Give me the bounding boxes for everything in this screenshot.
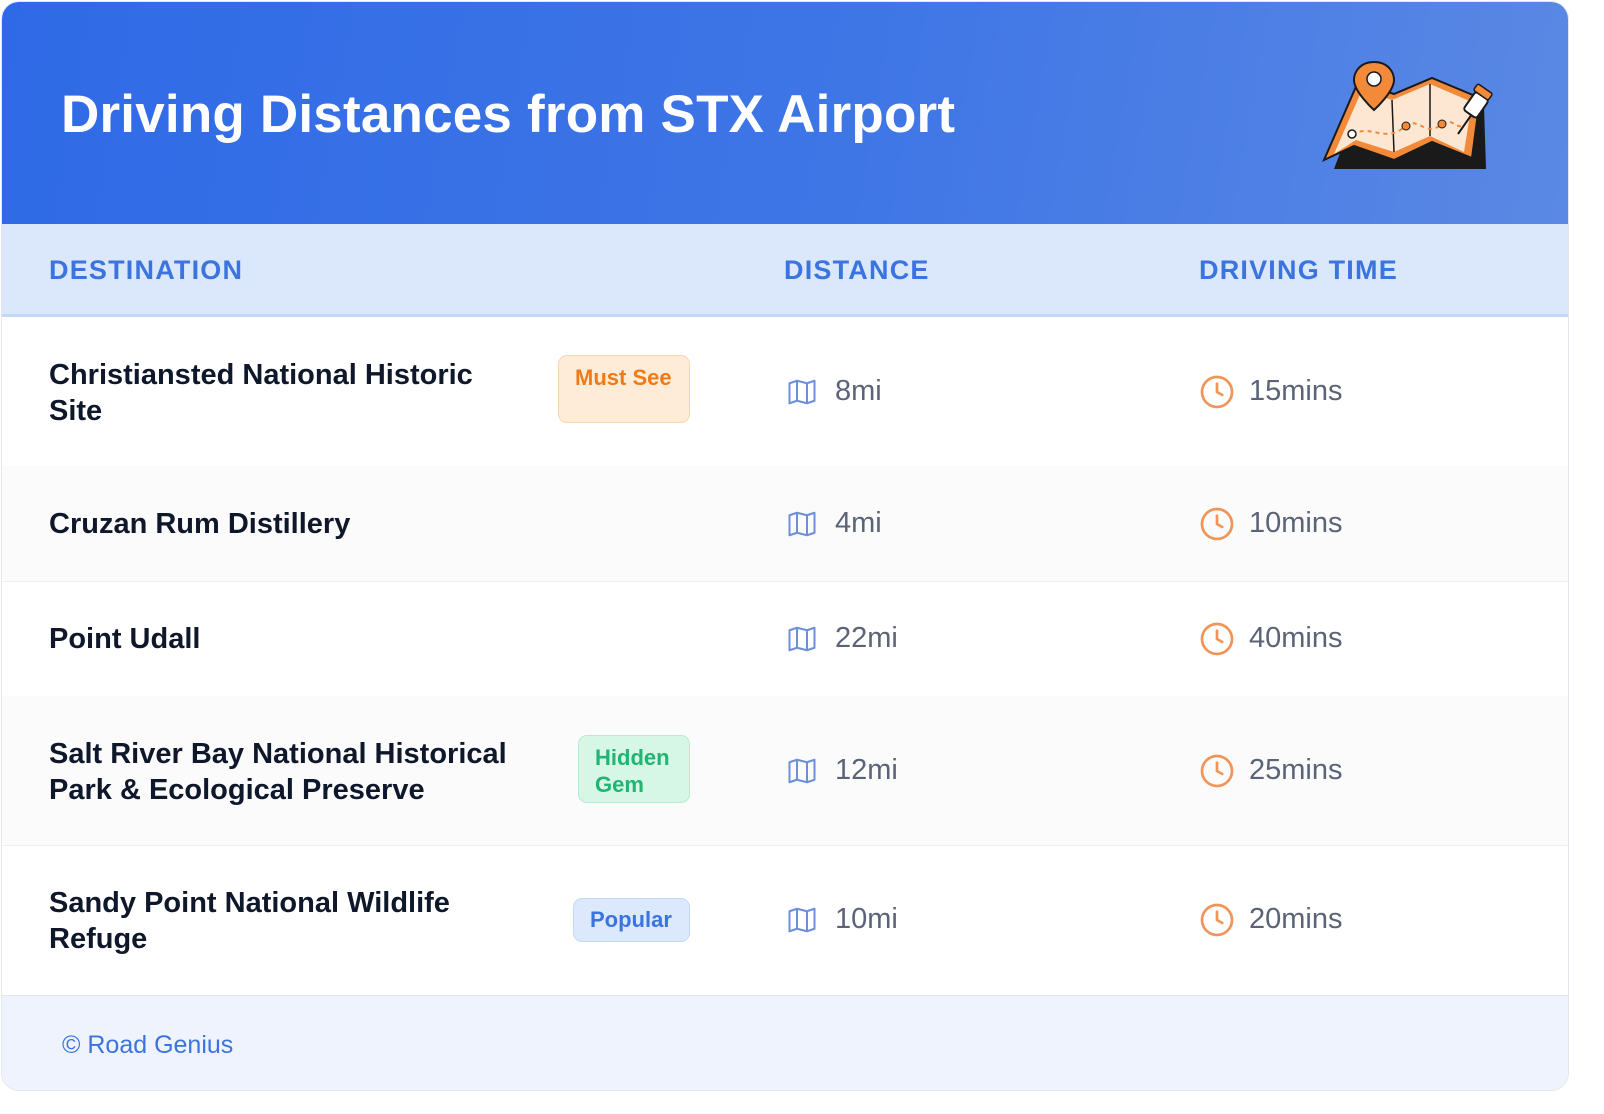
column-header-driving-time: DRIVING TIME <box>1199 255 1398 285</box>
header-banner: Driving Distances from STX Airport <box>2 2 1568 224</box>
table-row: Christiansted National Historic Site Mus… <box>2 317 1568 467</box>
page-title: Driving Distances from STX Airport <box>61 85 956 144</box>
map-icon <box>788 379 816 405</box>
distance-table-card: Driving Distances from STX Airport DESTI… <box>1 1 1569 1091</box>
clock-icon <box>1200 507 1234 541</box>
map-icon <box>788 626 816 652</box>
clock-icon <box>1200 375 1234 409</box>
map-icon <box>788 511 816 537</box>
table-header: DESTINATION DISTANCE DRIVING TIME <box>2 224 1568 317</box>
map-with-pins-icon <box>1322 60 1493 169</box>
column-header-distance: DISTANCE <box>784 255 930 285</box>
driving-time-value: 10mins <box>1249 507 1343 539</box>
distance-value: 10mi <box>835 903 898 935</box>
column-header-destination: DESTINATION <box>49 255 244 285</box>
driving-time-value: 40mins <box>1249 622 1343 654</box>
status-badge: Hidden Gem <box>578 735 690 803</box>
destination-name: Point Udall <box>49 623 201 655</box>
distance-value: 4mi <box>835 507 882 539</box>
distance-value: 8mi <box>835 375 882 407</box>
table-row: Cruzan Rum Distillery 4mi 10mins <box>2 466 1568 582</box>
distance-value: 22mi <box>835 622 898 654</box>
table-row: Sandy Point National Wildlife Refuge Pop… <box>2 845 1568 996</box>
map-icon <box>788 907 816 933</box>
map-icon <box>788 758 816 784</box>
distance-value: 12mi <box>835 754 898 786</box>
driving-time-value: 25mins <box>1249 754 1343 786</box>
footer: © Road Genius <box>2 995 1568 1090</box>
status-badge: Popular <box>573 898 690 942</box>
table-row: Point Udall 22mi 40mins <box>2 581 1568 697</box>
table-row: Salt River Bay National Historical Park … <box>2 696 1568 846</box>
clock-icon <box>1200 903 1234 937</box>
destination-name: Sandy Point National Wildlife Refuge <box>49 887 450 955</box>
destination-name: Salt River Bay National Historical Park … <box>49 738 507 806</box>
clock-icon <box>1200 754 1234 788</box>
destination-name: Christiansted National Historic Site <box>49 359 473 427</box>
destination-name: Cruzan Rum Distillery <box>49 508 351 540</box>
driving-time-value: 20mins <box>1249 903 1343 935</box>
status-badge: Must See <box>558 355 690 423</box>
clock-icon <box>1200 622 1234 656</box>
copyright-credit: © Road Genius <box>62 1031 234 1059</box>
driving-time-value: 15mins <box>1249 375 1343 407</box>
